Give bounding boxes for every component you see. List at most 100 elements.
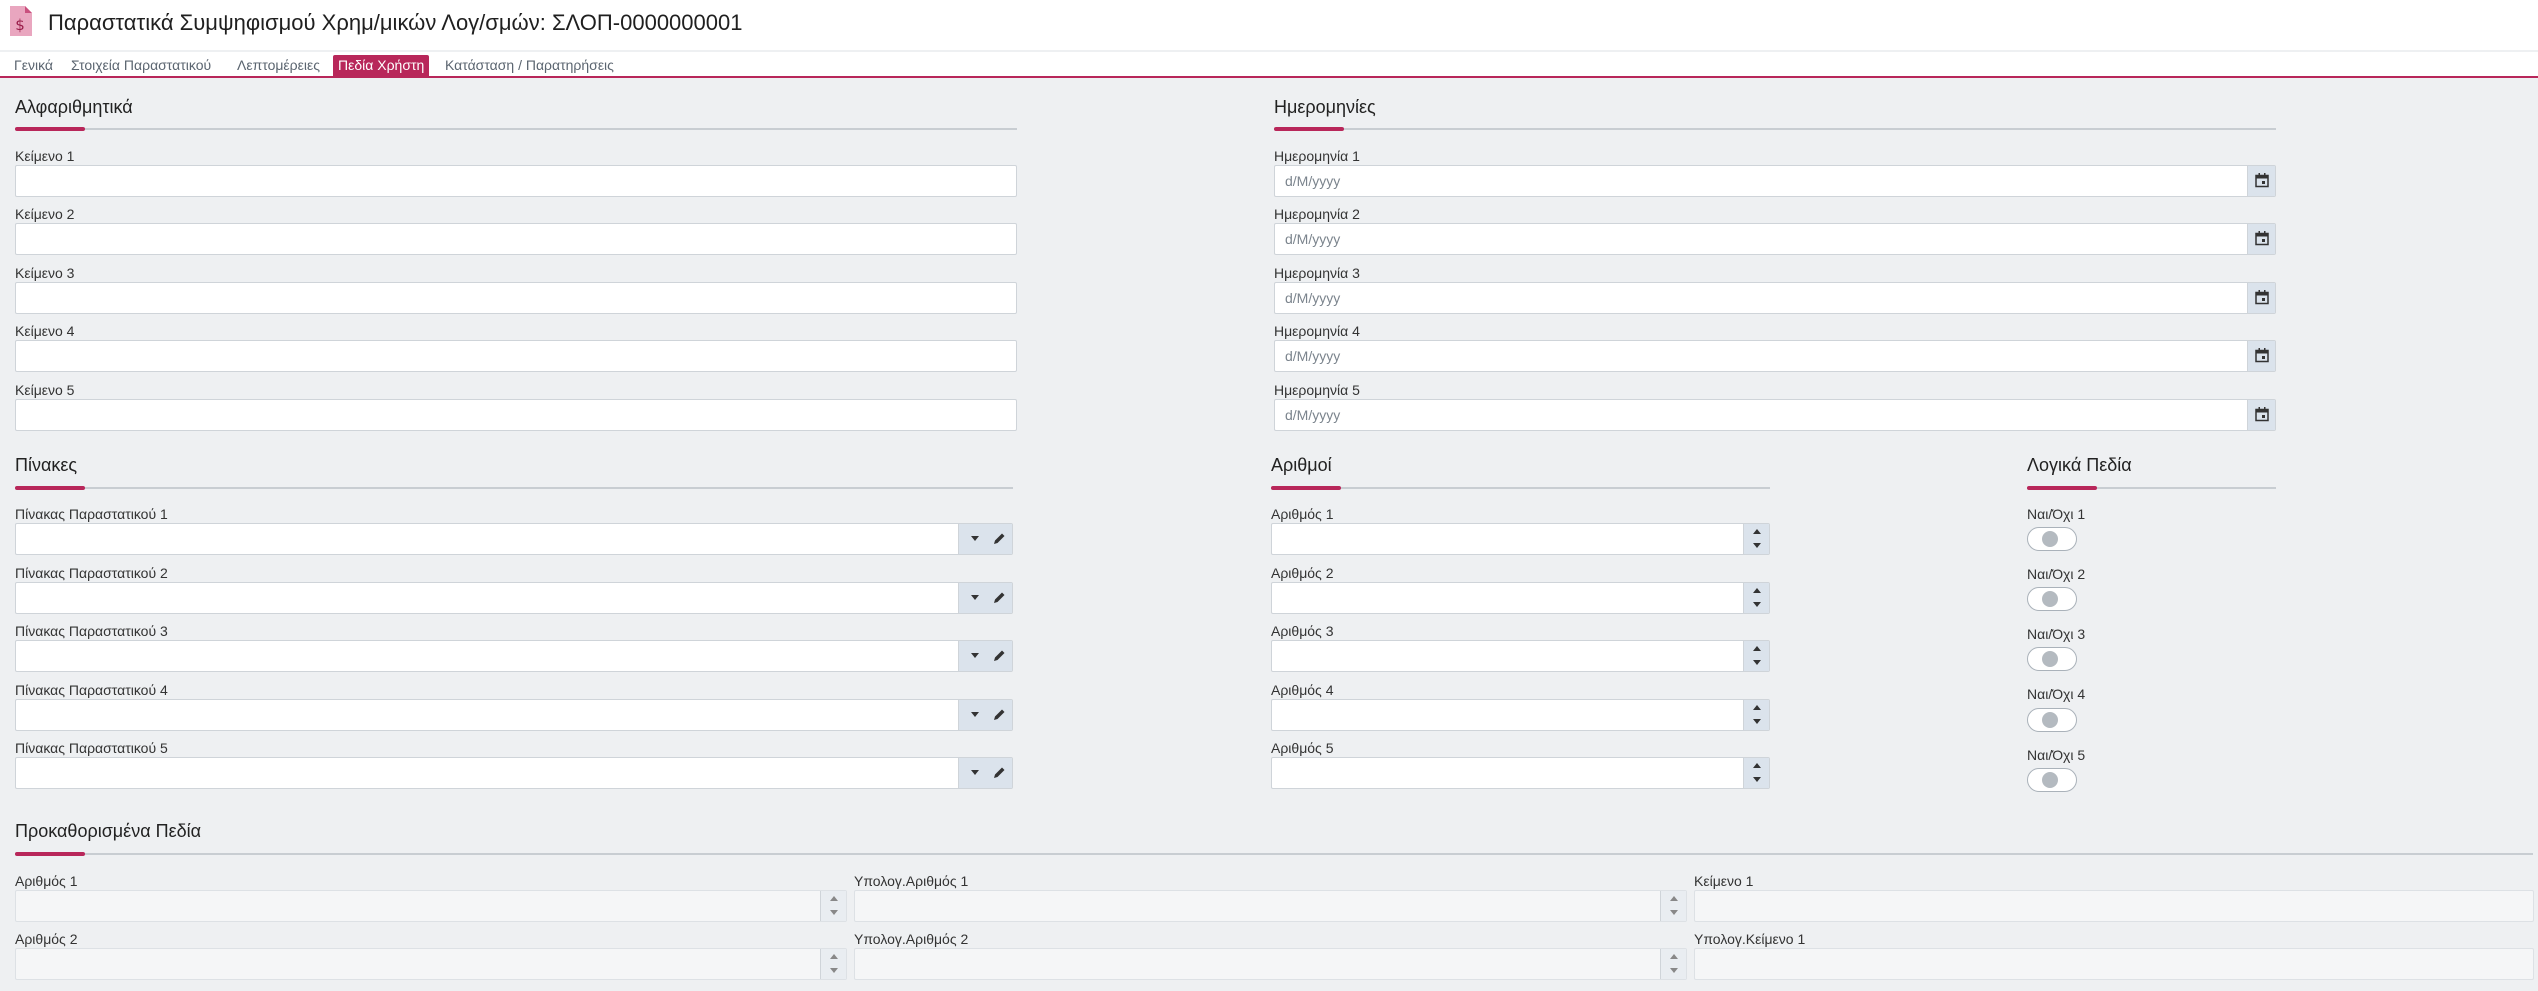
decrement-icon[interactable] xyxy=(1744,773,1770,788)
number-spinner xyxy=(1660,949,1686,979)
text-field-label: Κείμενο 1 xyxy=(15,148,75,164)
predefined-text-1[interactable] xyxy=(1694,890,2534,922)
increment-icon[interactable] xyxy=(1744,700,1770,715)
calendar-button[interactable] xyxy=(2247,341,2275,371)
table-combo-1[interactable] xyxy=(15,523,1013,555)
number-field-label: Αριθμός 4 xyxy=(1271,682,1334,698)
number-spinner xyxy=(820,949,846,979)
date-placeholder: d/M/yyyy xyxy=(1285,231,1341,247)
computed-text-1[interactable] xyxy=(1694,948,2534,980)
increment-icon[interactable] xyxy=(1744,641,1770,656)
edit-button[interactable] xyxy=(989,641,1011,671)
date-placeholder: d/M/yyyy xyxy=(1285,407,1341,423)
table-field-label: Πίνακας Παραστατικού 3 xyxy=(15,623,168,639)
section-divider xyxy=(2027,486,2276,490)
dollar-document-icon: $ xyxy=(10,6,32,36)
tab-document-details[interactable]: Στοιχεία Παραστατικού xyxy=(66,55,216,78)
increment-icon[interactable] xyxy=(1661,949,1687,964)
date-field-label: Ημερομηνία 1 xyxy=(1274,148,1360,164)
yes-no-toggle-4[interactable] xyxy=(2027,708,2077,732)
text-field-2[interactable] xyxy=(15,223,1017,255)
increment-icon[interactable] xyxy=(821,891,847,906)
tab-details[interactable]: Λεπτομέρειες xyxy=(232,55,325,78)
edit-button[interactable] xyxy=(989,524,1011,554)
edit-button[interactable] xyxy=(989,583,1011,613)
decrement-icon[interactable] xyxy=(1744,539,1770,554)
dropdown-caret-icon[interactable] xyxy=(965,524,985,554)
tab-status-notes[interactable]: Κατάσταση / Παρατηρήσεις xyxy=(440,55,619,78)
number-field-4[interactable] xyxy=(1271,699,1770,731)
date-field-label: Ημερομηνία 3 xyxy=(1274,265,1360,281)
decrement-icon[interactable] xyxy=(821,964,847,979)
pencil-icon xyxy=(994,533,1005,544)
table-field-label: Πίνακας Παραστατικού 1 xyxy=(15,506,168,522)
increment-icon[interactable] xyxy=(1744,524,1770,539)
dropdown-caret-icon[interactable] xyxy=(965,641,985,671)
computed-number-2[interactable] xyxy=(854,948,1687,980)
edit-button[interactable] xyxy=(989,700,1011,730)
dropdown-caret-icon[interactable] xyxy=(965,758,985,788)
predefined-number-2[interactable] xyxy=(15,948,847,980)
tab-user-fields[interactable]: Πεδία Χρήστη xyxy=(333,55,430,78)
decrement-icon[interactable] xyxy=(821,906,847,921)
yes-no-toggle-3[interactable] xyxy=(2027,647,2077,671)
predefined-field-label: Αριθμός 1 xyxy=(15,873,78,889)
yes-no-toggle-2[interactable] xyxy=(2027,587,2077,611)
number-spinner xyxy=(1743,583,1769,613)
section-title-predefined: Προκαθορισμένα Πεδία xyxy=(15,821,202,841)
date-field-label: Ημερομηνία 5 xyxy=(1274,382,1360,398)
yes-no-toggle-1[interactable] xyxy=(2027,527,2077,551)
yes-no-toggle-5[interactable] xyxy=(2027,768,2077,792)
predefined-field-label: Υπολογ.Αριθμός 2 xyxy=(854,931,969,947)
toggle-label: Ναι/Όχι 1 xyxy=(2027,506,2086,522)
number-field-3[interactable] xyxy=(1271,640,1770,672)
text-field-3[interactable] xyxy=(15,282,1017,314)
text-field-label: Κείμενο 4 xyxy=(15,323,75,339)
date-field-1[interactable]: d/M/yyyy xyxy=(1274,165,2276,197)
dropdown-caret-icon[interactable] xyxy=(965,700,985,730)
edit-button[interactable] xyxy=(989,758,1011,788)
calendar-button[interactable] xyxy=(2247,283,2275,313)
table-combo-5[interactable] xyxy=(15,757,1013,789)
number-spinner xyxy=(1743,524,1769,554)
text-field-1[interactable] xyxy=(15,165,1017,197)
text-field-5[interactable] xyxy=(15,399,1017,431)
number-field-2[interactable] xyxy=(1271,582,1770,614)
computed-number-1[interactable] xyxy=(854,890,1687,922)
decrement-icon[interactable] xyxy=(1744,656,1770,671)
toggle-label: Ναι/Όχι 3 xyxy=(2027,626,2086,642)
table-combo-4[interactable] xyxy=(15,699,1013,731)
date-field-3[interactable]: d/M/yyyy xyxy=(1274,282,2276,314)
increment-icon[interactable] xyxy=(1744,758,1770,773)
increment-icon[interactable] xyxy=(1661,891,1687,906)
decrement-icon[interactable] xyxy=(1661,906,1687,921)
text-field-label: Κείμενο 5 xyxy=(15,382,75,398)
increment-icon[interactable] xyxy=(1744,583,1770,598)
dropdown-caret-icon[interactable] xyxy=(965,583,985,613)
tab-general[interactable]: Γενικά xyxy=(9,55,58,78)
date-field-4[interactable]: d/M/yyyy xyxy=(1274,340,2276,372)
predefined-field-label: Υπολογ.Αριθμός 1 xyxy=(854,873,969,889)
decrement-icon[interactable] xyxy=(1661,964,1687,979)
increment-icon[interactable] xyxy=(821,949,847,964)
date-field-5[interactable]: d/M/yyyy xyxy=(1274,399,2276,431)
decrement-icon[interactable] xyxy=(1744,715,1770,730)
table-combo-3[interactable] xyxy=(15,640,1013,672)
text-field-4[interactable] xyxy=(15,340,1017,372)
number-spinner xyxy=(1660,891,1686,921)
table-combo-2[interactable] xyxy=(15,582,1013,614)
calendar-button[interactable] xyxy=(2247,224,2275,254)
predefined-number-1[interactable] xyxy=(15,890,847,922)
decrement-icon[interactable] xyxy=(1744,598,1770,613)
number-field-1[interactable] xyxy=(1271,523,1770,555)
predefined-field-label: Κείμενο 1 xyxy=(1694,873,1754,889)
section-title-tables: Πίνακες xyxy=(15,455,78,475)
section-divider xyxy=(15,852,2533,856)
calendar-button[interactable] xyxy=(2247,400,2275,430)
toggle-label: Ναι/Όχι 5 xyxy=(2027,747,2086,763)
text-field-label: Κείμενο 2 xyxy=(15,206,75,222)
number-field-label: Αριθμός 5 xyxy=(1271,740,1334,756)
date-field-2[interactable]: d/M/yyyy xyxy=(1274,223,2276,255)
number-field-5[interactable] xyxy=(1271,757,1770,789)
calendar-button[interactable] xyxy=(2247,166,2275,196)
